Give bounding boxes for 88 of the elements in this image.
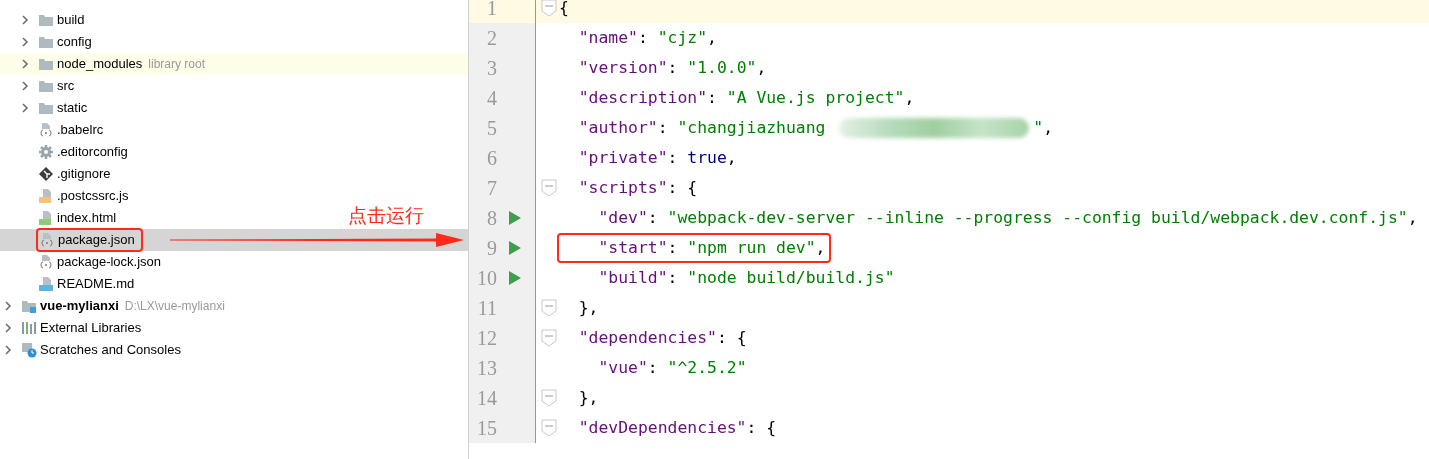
item-label: config — [57, 33, 92, 52]
tree-item[interactable]: Scratches and Consoles — [3, 339, 187, 361]
code-line: }, — [577, 296, 600, 319]
folder-icon — [38, 34, 54, 50]
tree-item[interactable]: External Libraries — [3, 317, 148, 339]
annotation-text: 点击运行 — [348, 203, 424, 228]
line-number: 2 — [486, 26, 497, 51]
tree-item[interactable]: vue-mylianxi D:\LX\vue-mylianxi — [3, 295, 231, 317]
tree-item[interactable]: index.html — [20, 207, 123, 229]
tree-item[interactable]: src — [20, 75, 81, 97]
item-hint: library root — [148, 56, 205, 73]
fold-marker-icon[interactable] — [541, 299, 557, 317]
line-number: 13 — [476, 356, 497, 381]
item-label: package-lock.json — [57, 253, 162, 272]
item-label: src — [57, 77, 75, 96]
item-label: index.html — [57, 209, 117, 228]
project-folder-icon — [21, 298, 37, 314]
item-label: package.json — [58, 231, 135, 250]
code-line: "name": "cjz", — [577, 26, 718, 49]
fold-marker-icon[interactable] — [541, 0, 557, 17]
tree-item[interactable]: .gitignore — [20, 163, 117, 185]
line-number: 9 — [486, 236, 497, 261]
tree-item[interactable]: build — [20, 9, 91, 31]
line-number: 1 — [486, 0, 497, 21]
item-label: Scratches and Consoles — [40, 341, 181, 360]
code-line: }, — [577, 386, 600, 409]
item-label: README.md — [57, 275, 135, 294]
code-line: "scripts": { — [577, 176, 699, 199]
scratches-icon — [21, 342, 37, 358]
libraries-icon — [21, 320, 37, 336]
code-line: "dev": "webpack-dev-server --inline --progress --config build/webpack.dev.conf.js", — [597, 206, 1419, 229]
line-number: 12 — [476, 326, 497, 351]
run-icon[interactable] — [508, 270, 522, 286]
git-icon — [38, 166, 54, 182]
json-file-icon — [38, 254, 54, 270]
folder-icon — [38, 100, 54, 116]
item-label: External Libraries — [40, 319, 142, 338]
line-number: 4 — [486, 86, 497, 111]
item-hint: D:\LX\vue-mylianxi — [124, 298, 225, 315]
folder-icon — [38, 78, 54, 94]
fold-marker-icon[interactable] — [541, 389, 557, 407]
item-label: .gitignore — [57, 165, 111, 184]
tree-item[interactable]: package-lock.json — [20, 251, 168, 273]
code-line: "author": "changjiazhuang ", — [577, 116, 1055, 140]
fold-marker-icon[interactable] — [541, 419, 557, 437]
tree-item[interactable]: .babelrc — [20, 119, 110, 141]
code-line: "vue": "^2.5.2" — [597, 356, 748, 379]
item-label: vue-mylianxi — [40, 297, 119, 316]
markdown-file-icon — [38, 276, 54, 292]
code-line: { — [559, 0, 570, 19]
code-line: "dependencies": { — [577, 326, 748, 349]
code-line: "build": "node build/build.js" — [597, 266, 896, 289]
js-file-icon — [38, 188, 54, 204]
fold-marker-icon[interactable] — [541, 179, 557, 197]
fold-marker-icon[interactable] — [541, 329, 557, 347]
line-number: 11 — [476, 296, 497, 321]
code-line: "version": "1.0.0", — [577, 56, 768, 79]
code-line: "description": "A Vue.js project", — [577, 86, 916, 109]
gear-icon — [38, 144, 54, 160]
line-number: 10 — [476, 266, 497, 291]
json-file-icon — [39, 232, 55, 248]
line-number: 7 — [486, 176, 497, 201]
item-label: node_modules — [57, 55, 143, 74]
line-number: 5 — [486, 116, 497, 141]
line-number: 6 — [486, 146, 497, 171]
code-line: "devDependencies": { — [577, 416, 778, 439]
run-icon[interactable] — [508, 210, 522, 226]
line-number: 3 — [486, 56, 497, 81]
folder-icon — [38, 12, 54, 28]
tree-item[interactable]: README.md — [20, 273, 141, 295]
item-label: static — [57, 99, 88, 118]
tree-item[interactable]: .postcssrc.js — [20, 185, 135, 207]
folder-icon — [38, 56, 54, 72]
run-icon[interactable] — [508, 240, 522, 256]
item-label: build — [57, 11, 85, 30]
item-label: .postcssrc.js — [57, 187, 129, 206]
json-file-icon — [38, 122, 54, 138]
item-label: .editorconfig — [57, 143, 128, 162]
code-line: "start": "npm run dev", — [597, 236, 826, 259]
item-label: .babelrc — [57, 121, 104, 140]
tree-item[interactable]: .editorconfig — [20, 141, 134, 163]
line-number: 15 — [476, 416, 497, 441]
line-number: 8 — [486, 206, 497, 231]
tree-item[interactable]: config — [20, 31, 98, 53]
tree-item[interactable]: static — [20, 97, 94, 119]
line-number: 14 — [476, 386, 497, 411]
html-file-icon — [38, 210, 54, 226]
code-line: "private": true, — [577, 146, 738, 169]
